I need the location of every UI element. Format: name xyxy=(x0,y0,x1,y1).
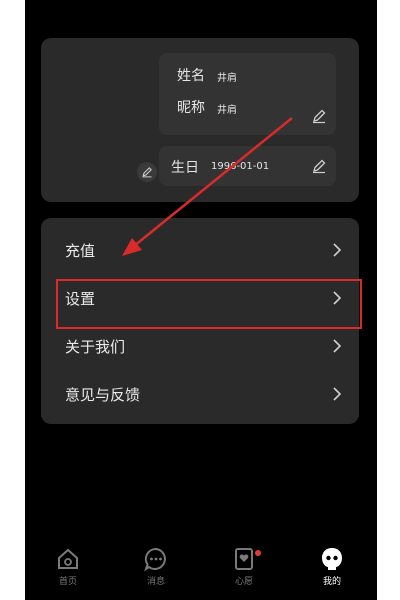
tab-wish-label: 心愿 xyxy=(234,577,253,587)
chevron-right-icon xyxy=(333,291,342,305)
message-icon xyxy=(144,547,166,572)
menu-item-label: 充值 xyxy=(65,241,96,260)
nickname-label: 昵称 xyxy=(177,100,205,116)
bottom-tab-bar: 首页 消息 心愿 我的 xyxy=(25,540,377,600)
tab-messages-label: 消息 xyxy=(146,577,165,587)
menu-item-label: 设置 xyxy=(65,289,96,308)
chevron-right-icon xyxy=(333,339,342,353)
tab-mine[interactable]: 我的 xyxy=(307,546,357,594)
tab-home[interactable]: 首页 xyxy=(43,546,93,594)
tab-messages[interactable]: 消息 xyxy=(131,546,181,594)
birthday-value: 1996-01-01 xyxy=(211,161,270,172)
menu-item-about[interactable]: 关于我们 xyxy=(41,322,359,370)
app-screen: 姓名 井肩 昵称 井肩 生日 1996-01-01 充值 设置 关于我们 意见与… xyxy=(25,0,377,600)
tab-mine-label: 我的 xyxy=(322,577,341,587)
name-label: 姓名 xyxy=(177,68,205,84)
name-value: 井肩 xyxy=(217,73,237,84)
tab-wish[interactable]: 心愿 xyxy=(219,546,269,594)
menu-item-feedback[interactable]: 意见与反馈 xyxy=(41,370,359,418)
chevron-right-icon xyxy=(333,243,342,257)
birthday-box: 生日 1996-01-01 xyxy=(159,146,336,186)
profile-card: 姓名 井肩 昵称 井肩 生日 1996-01-01 xyxy=(41,38,359,202)
notification-dot xyxy=(255,550,261,556)
menu-item-label: 关于我们 xyxy=(65,337,126,356)
edit-icon xyxy=(142,167,152,178)
name-info-box: 姓名 井肩 昵称 井肩 xyxy=(159,53,336,135)
home-icon xyxy=(58,548,78,569)
menu-item-label: 意见与反馈 xyxy=(65,385,141,404)
wish-icon xyxy=(235,548,253,570)
tab-home-label: 首页 xyxy=(58,577,77,587)
birthday-label: 生日 xyxy=(171,160,199,176)
edit-birthday-icon[interactable] xyxy=(311,158,327,174)
menu-item-settings[interactable]: 设置 xyxy=(41,274,359,322)
nickname-value: 井肩 xyxy=(217,105,237,116)
chevron-right-icon xyxy=(333,387,342,401)
menu-item-recharge[interactable]: 充值 xyxy=(41,226,359,274)
avatar-edit-button[interactable] xyxy=(137,162,157,182)
menu-card: 充值 设置 关于我们 意见与反馈 xyxy=(41,218,359,424)
edit-nickname-icon[interactable] xyxy=(311,108,327,124)
profile-icon xyxy=(322,548,342,570)
